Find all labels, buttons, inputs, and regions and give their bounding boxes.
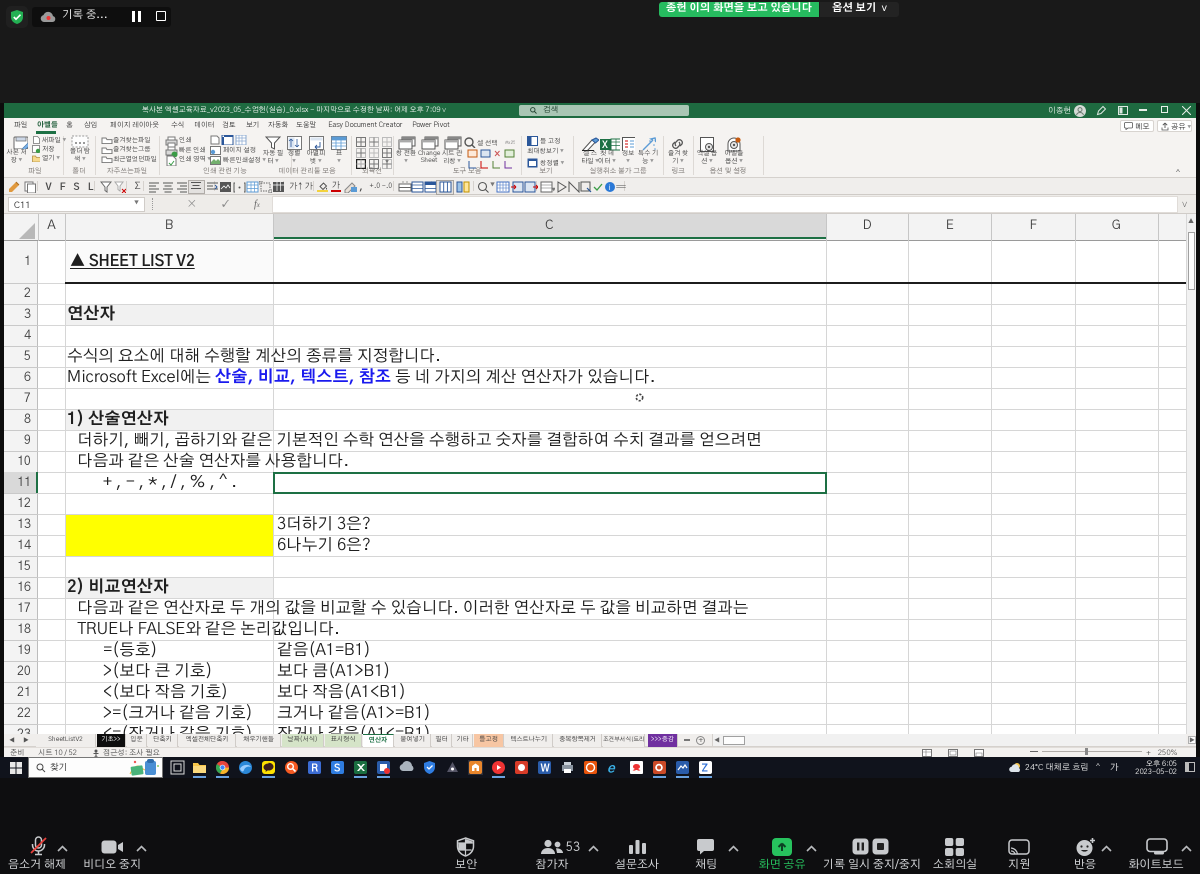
svg-text:Z: Z <box>702 764 708 775</box>
svg-text:R: R <box>311 764 318 775</box>
svg-text:▼: ▼ <box>552 187 556 192</box>
svg-text:▼#x25BC;: ▼#x25BC; <box>505 139 515 145</box>
svg-text:e: e <box>607 763 616 776</box>
svg-text:셀 선택: 셀 선택 <box>477 139 497 147</box>
svg-text:i: i <box>609 184 611 192</box>
svg-text:S: S <box>334 764 341 775</box>
svg-text:W: W <box>541 764 551 775</box>
svg-text:X: X <box>602 141 608 150</box>
